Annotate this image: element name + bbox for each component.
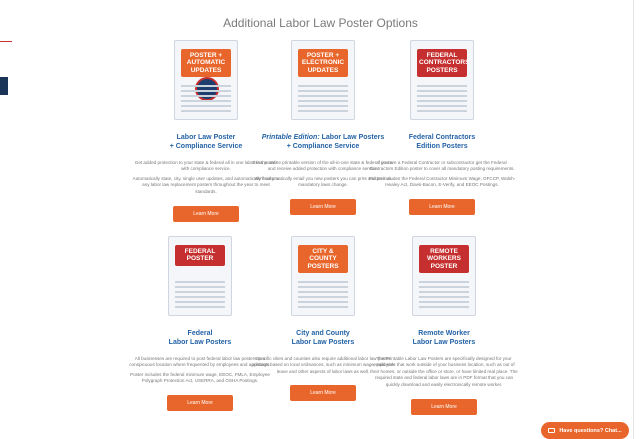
poster-text-lines [181, 85, 231, 115]
poster-tag: Remote Workers Poster [419, 245, 469, 274]
left-edge-nav-block [0, 77, 8, 95]
learn-more-button[interactable]: Learn More [290, 199, 356, 216]
learn-more-button[interactable]: Learn More [411, 398, 477, 415]
card-title-line2: Edition Posters [416, 142, 468, 150]
poster-tag: Federal Poster [175, 245, 225, 266]
poster-tag: Federal Contractors Posters [417, 49, 469, 78]
card-title-line1: Labor Law Poster [176, 134, 236, 141]
card-title-line2: Labor Law Posters [412, 338, 476, 346]
card-remote-worker: Remote Workers Poster Remote Worker Labo… [369, 236, 519, 415]
learn-more-button[interactable]: Learn More [409, 199, 475, 216]
learn-more-button[interactable]: Learn More [290, 385, 356, 402]
card-title-line1: Remote Worker [418, 330, 470, 337]
card-description: The Printable Labor Law Posters are spec… [369, 356, 519, 389]
poster-tag: Poster + Automatic Updates [181, 49, 231, 78]
poster-image[interactable]: Federal Contractors Posters [410, 40, 474, 120]
poster-tag: City & County Posters [298, 245, 348, 274]
poster-tag: Poster + Electronic Updates [298, 49, 348, 78]
card-desc-p1: The Printable Labor Law Posters are spec… [370, 355, 518, 388]
poster-image[interactable]: Poster + Electronic Updates [291, 40, 355, 120]
poster-text-lines [175, 281, 225, 311]
poster-image[interactable]: Federal Poster [168, 236, 232, 316]
left-edge-accent-line [0, 41, 12, 42]
card-title-line1: Federal Contractors [408, 134, 476, 141]
chat-icon [548, 428, 556, 433]
card-federal-contractors: Federal Contractors Posters Federal Cont… [367, 40, 517, 216]
card-desc-p2: Poster includes the Federal Contractor M… [368, 175, 516, 188]
card-title[interactable]: Federal Contractors Edition Posters [367, 134, 517, 152]
card-title-line2: + Compliance Service [286, 142, 360, 150]
poster-text-lines [298, 281, 348, 311]
poster-text-lines [417, 85, 467, 115]
learn-more-button[interactable]: Learn More [167, 395, 233, 412]
chat-label: Have questions? Chat... [559, 427, 622, 434]
card-title-line2: Labor Law Posters [291, 338, 355, 346]
card-title-line1: City and County [296, 330, 350, 337]
card-title[interactable]: Remote Worker Labor Law Posters [369, 330, 519, 348]
card-desc-p1: If you are a Federal Contractor or subco… [369, 159, 515, 172]
section-title: Additional Labor Law Poster Options [223, 16, 418, 30]
poster-image[interactable]: Poster + Automatic Updates [174, 40, 238, 120]
card-title-line2: Labor Law Posters [168, 338, 232, 346]
poster-text-lines [298, 85, 348, 115]
card-description: If you are a Federal Contractor or subco… [367, 160, 517, 190]
chat-button[interactable]: Have questions? Chat... [541, 422, 629, 439]
card-title-line2: + Compliance Service [169, 142, 243, 150]
poster-text-lines [419, 281, 469, 311]
poster-image[interactable]: City & County Posters [291, 236, 355, 316]
learn-more-button[interactable]: Learn More [173, 205, 239, 222]
right-divider [633, 0, 634, 439]
poster-image[interactable]: Remote Workers Poster [412, 236, 476, 316]
card-title-prefix: Printable Edition: [261, 134, 320, 141]
card-title-line1: Federal [187, 330, 213, 337]
